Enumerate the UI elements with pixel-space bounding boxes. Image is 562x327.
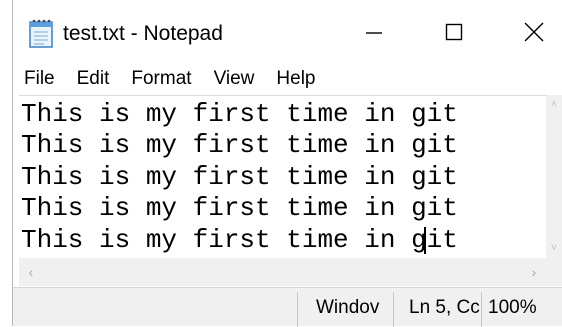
scroll-right-icon[interactable]: › xyxy=(524,258,544,286)
minimize-button[interactable] xyxy=(334,0,414,64)
menu-view[interactable]: View xyxy=(203,68,266,90)
text-line: This is my first time in git xyxy=(21,225,458,255)
status-bar: Windov Ln 5, Cc 100% xyxy=(13,287,562,327)
window-title: test.txt - Notepad xyxy=(63,22,223,45)
text-line: This is my first time in git xyxy=(21,130,458,160)
scroll-left-icon[interactable]: ‹ xyxy=(21,258,41,286)
notepad-window: test.txt - Notepad File Edit Format View… xyxy=(12,0,562,327)
menu-format[interactable]: Format xyxy=(120,68,202,90)
status-line-ending: Windov xyxy=(316,296,380,318)
text-line: This is my first time in git xyxy=(21,99,458,129)
text-caret xyxy=(424,227,426,254)
menu-bar: File Edit Format View Help xyxy=(13,64,562,94)
status-cursor-position: Ln 5, Cc xyxy=(409,296,480,318)
title-bar[interactable]: test.txt - Notepad xyxy=(13,0,562,64)
menu-edit[interactable]: Edit xyxy=(66,68,121,90)
horizontal-scrollbar[interactable]: ‹ › xyxy=(19,258,546,286)
text-line: This is my first time in git xyxy=(21,162,458,192)
minimize-icon xyxy=(366,32,382,34)
menu-help[interactable]: Help xyxy=(265,68,326,90)
notepad-icon[interactable] xyxy=(28,18,54,48)
scroll-up-icon[interactable]: ˄ xyxy=(546,97,562,113)
vertical-scrollbar[interactable]: ˄ ˅ xyxy=(546,95,562,258)
close-button[interactable] xyxy=(494,0,562,64)
text-editor[interactable]: This is my first time in git This is my … xyxy=(19,95,546,259)
text-line: This is my first time in git xyxy=(21,193,458,223)
maximize-button[interactable] xyxy=(414,0,494,64)
menu-file[interactable]: File xyxy=(13,68,66,90)
scrollbar-corner xyxy=(546,258,562,286)
close-icon xyxy=(524,22,544,42)
scroll-down-icon[interactable]: ˅ xyxy=(546,240,562,256)
status-zoom: 100% xyxy=(488,296,537,318)
maximize-icon xyxy=(445,23,463,41)
